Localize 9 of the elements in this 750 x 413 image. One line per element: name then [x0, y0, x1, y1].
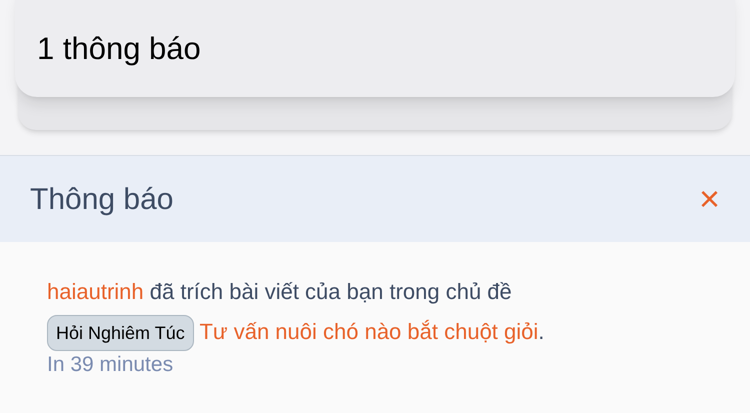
banner-text: 1 thông báo: [37, 31, 201, 66]
notification-text: haiautrinh đã trích bài viết của bạn trong chủ đề Hỏi Nghiêm Túc Tư vấn nuôi chó nào bắt chuột giỏi.: [47, 272, 647, 352]
panel-title: Thông báo: [30, 182, 174, 218]
close-button[interactable]: ×: [698, 181, 720, 217]
tag-label[interactable]: Hỏi Nghiêm Túc: [47, 315, 194, 352]
thread-link[interactable]: Tư vấn nuôi chó nào bắt chuột giỏi: [199, 319, 538, 344]
user-link[interactable]: haiautrinh: [47, 279, 144, 304]
notification-toast[interactable]: 1 thông báo: [15, 0, 735, 97]
timestamp: In 39 minutes: [47, 352, 174, 378]
